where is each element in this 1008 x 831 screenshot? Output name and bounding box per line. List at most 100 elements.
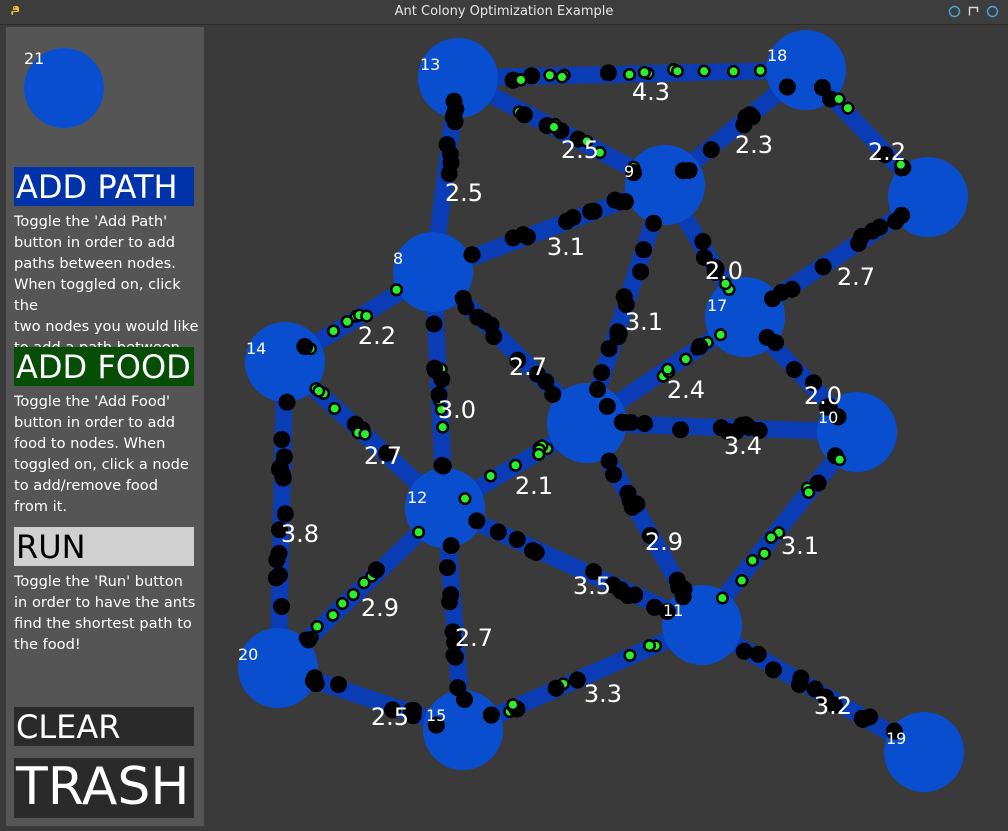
ant	[524, 542, 542, 560]
food-marker	[438, 423, 447, 432]
edge-weight-10-11: 3.1	[781, 532, 819, 560]
ant	[674, 162, 692, 180]
ant	[599, 64, 617, 82]
ant	[515, 106, 533, 124]
edge-weight-13-18: 4.3	[632, 78, 670, 106]
edge-weight-8-9: 3.1	[547, 233, 585, 261]
ant	[635, 241, 653, 259]
ant	[767, 334, 785, 352]
add-food-help: Toggle the 'Add Food' button in order to…	[14, 393, 189, 515]
ant	[482, 706, 500, 724]
run-button[interactable]: RUN	[14, 527, 194, 566]
food-marker	[748, 556, 757, 565]
food-marker	[349, 590, 358, 599]
ant	[785, 361, 803, 379]
node-11[interactable]	[662, 585, 742, 665]
ant	[482, 316, 500, 334]
ant	[442, 537, 460, 555]
add-food-button[interactable]: ADD FOOD	[14, 347, 194, 386]
node-label-14: 14	[246, 339, 266, 358]
edge-weight-17-C: 2.4	[667, 376, 705, 404]
food-marker	[461, 494, 470, 503]
edge-weight-15-11: 3.3	[584, 680, 622, 708]
ant	[457, 298, 475, 316]
close-icon[interactable]	[986, 5, 999, 18]
ant	[273, 598, 291, 616]
food-marker	[834, 94, 843, 103]
food-marker	[313, 622, 322, 631]
food-marker	[625, 651, 634, 660]
ant	[296, 337, 314, 355]
edge-weight-8-12: 3.0	[438, 396, 476, 424]
edge-weight-14-20: 3.8	[281, 520, 319, 548]
food-marker	[545, 71, 554, 80]
ant	[790, 676, 808, 694]
trash-button[interactable]: TRASH	[14, 758, 194, 818]
ant	[307, 675, 325, 693]
ant	[330, 676, 348, 694]
edge-weight-18-R: 2.2	[868, 138, 906, 166]
edge-weight-9-C: 3.1	[625, 308, 663, 336]
edge-weight-20-12: 2.9	[361, 594, 399, 622]
ant	[850, 234, 868, 252]
clear-label: CLEAR	[16, 708, 121, 746]
edge-weight-9-17: 2.0	[705, 257, 743, 285]
ant	[853, 709, 871, 727]
edge-weight-12-11: 3.5	[573, 572, 611, 600]
food-marker	[330, 404, 339, 413]
ant	[887, 212, 905, 230]
ant	[694, 233, 712, 251]
ant	[668, 571, 686, 589]
graph-canvas[interactable]: 13 18 9 8 17 14 10 12 11 20 15 19 4.3 2.5 2.3 2.2 2.5 3.…	[204, 27, 1008, 831]
food-marker	[486, 472, 495, 481]
add-path-button[interactable]: ADD PATH	[14, 167, 194, 206]
food-marker	[756, 66, 765, 75]
ant	[735, 642, 753, 660]
run-label: RUN	[16, 528, 86, 566]
maximize-icon[interactable]	[967, 5, 980, 18]
ant	[438, 136, 456, 154]
node-label-12: 12	[407, 488, 427, 507]
restore-icon[interactable]	[948, 5, 961, 18]
window-title: Ant Colony Optimization Example	[394, 4, 614, 19]
title-bar: Ant Colony Optimization Example	[0, 0, 1008, 25]
food-marker	[343, 317, 352, 326]
ant	[772, 283, 790, 301]
node-label-20: 20	[238, 645, 258, 664]
ant	[468, 512, 486, 530]
node-label-18: 18	[767, 46, 787, 65]
edge-weight-14-8: 2.2	[358, 322, 396, 350]
ant	[547, 679, 565, 697]
food-marker	[508, 700, 517, 709]
ant	[814, 258, 832, 276]
trash-label: TRASH	[16, 757, 190, 817]
edge-weight-13-9: 2.5	[561, 136, 599, 164]
ant	[367, 561, 385, 579]
add-food-label: ADD FOOD	[16, 348, 191, 386]
food-marker	[414, 528, 423, 537]
food-marker	[737, 576, 746, 585]
clear-button[interactable]: CLEAR	[14, 707, 194, 746]
selected-node-label: 21	[24, 49, 45, 68]
node-9[interactable]	[625, 145, 705, 225]
node-label-11: 11	[663, 601, 683, 620]
food-marker	[804, 488, 813, 497]
ant	[622, 414, 640, 432]
ant	[442, 154, 460, 172]
ant	[273, 430, 291, 448]
ant	[508, 530, 526, 548]
ant	[672, 421, 690, 439]
ant	[778, 78, 796, 96]
food-marker	[549, 123, 558, 132]
food-marker	[843, 104, 852, 113]
ant	[615, 288, 633, 306]
run-help: Toggle the 'Run' button in order to have…	[14, 573, 196, 653]
edge-weight-17-10: 2.0	[804, 382, 842, 410]
edge-weight-C-10: 3.4	[724, 432, 762, 460]
ant	[600, 452, 618, 470]
food-marker	[516, 75, 525, 84]
ant	[433, 370, 451, 388]
ant	[645, 214, 663, 232]
ant	[463, 246, 481, 264]
food-marker	[328, 611, 337, 620]
